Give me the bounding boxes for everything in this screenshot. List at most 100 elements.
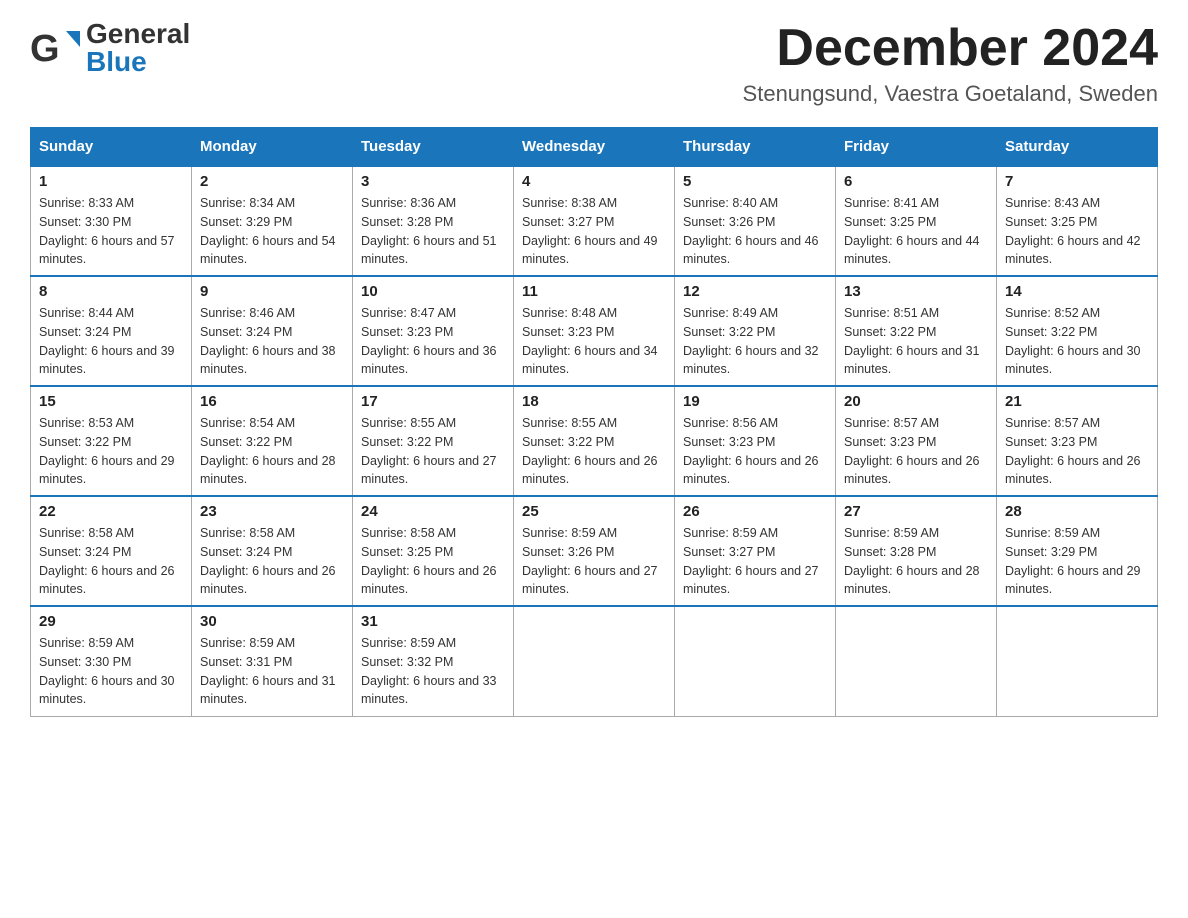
day-number: 13 [844, 283, 988, 300]
calendar-cell: 31 Sunrise: 8:59 AMSunset: 3:32 PMDaylig… [353, 606, 514, 716]
day-number: 10 [361, 283, 505, 300]
weekday-header-saturday: Saturday [997, 128, 1158, 167]
day-info: Sunrise: 8:34 AMSunset: 3:29 PMDaylight:… [200, 196, 336, 266]
day-number: 9 [200, 283, 344, 300]
calendar-cell: 28 Sunrise: 8:59 AMSunset: 3:29 PMDaylig… [997, 496, 1158, 606]
calendar-table: SundayMondayTuesdayWednesdayThursdayFrid… [30, 127, 1158, 717]
weekday-header-sunday: Sunday [31, 128, 192, 167]
day-info: Sunrise: 8:48 AMSunset: 3:23 PMDaylight:… [522, 306, 658, 376]
logo: G General Blue [30, 20, 190, 76]
calendar-cell: 6 Sunrise: 8:41 AMSunset: 3:25 PMDayligh… [836, 166, 997, 276]
calendar-cell: 15 Sunrise: 8:53 AMSunset: 3:22 PMDaylig… [31, 386, 192, 496]
calendar-cell: 21 Sunrise: 8:57 AMSunset: 3:23 PMDaylig… [997, 386, 1158, 496]
calendar-cell: 26 Sunrise: 8:59 AMSunset: 3:27 PMDaylig… [675, 496, 836, 606]
day-info: Sunrise: 8:55 AMSunset: 3:22 PMDaylight:… [361, 416, 497, 486]
calendar-cell: 25 Sunrise: 8:59 AMSunset: 3:26 PMDaylig… [514, 496, 675, 606]
day-number: 23 [200, 503, 344, 520]
day-number: 24 [361, 503, 505, 520]
day-info: Sunrise: 8:53 AMSunset: 3:22 PMDaylight:… [39, 416, 175, 486]
day-info: Sunrise: 8:55 AMSunset: 3:22 PMDaylight:… [522, 416, 658, 486]
logo-icon: G [30, 23, 80, 73]
calendar-cell: 18 Sunrise: 8:55 AMSunset: 3:22 PMDaylig… [514, 386, 675, 496]
weekday-header-row: SundayMondayTuesdayWednesdayThursdayFrid… [31, 128, 1158, 167]
day-number: 29 [39, 613, 183, 630]
day-info: Sunrise: 8:36 AMSunset: 3:28 PMDaylight:… [361, 196, 497, 266]
calendar-cell: 23 Sunrise: 8:58 AMSunset: 3:24 PMDaylig… [192, 496, 353, 606]
day-info: Sunrise: 8:57 AMSunset: 3:23 PMDaylight:… [844, 416, 980, 486]
calendar-cell [514, 606, 675, 716]
day-info: Sunrise: 8:38 AMSunset: 3:27 PMDaylight:… [522, 196, 658, 266]
day-number: 28 [1005, 503, 1149, 520]
weekday-header-thursday: Thursday [675, 128, 836, 167]
calendar-cell: 14 Sunrise: 8:52 AMSunset: 3:22 PMDaylig… [997, 276, 1158, 386]
day-info: Sunrise: 8:41 AMSunset: 3:25 PMDaylight:… [844, 196, 980, 266]
day-info: Sunrise: 8:58 AMSunset: 3:24 PMDaylight:… [39, 526, 175, 596]
day-info: Sunrise: 8:59 AMSunset: 3:32 PMDaylight:… [361, 636, 497, 706]
day-number: 7 [1005, 173, 1149, 190]
calendar-cell: 22 Sunrise: 8:58 AMSunset: 3:24 PMDaylig… [31, 496, 192, 606]
calendar-cell: 5 Sunrise: 8:40 AMSunset: 3:26 PMDayligh… [675, 166, 836, 276]
day-info: Sunrise: 8:58 AMSunset: 3:24 PMDaylight:… [200, 526, 336, 596]
day-number: 26 [683, 503, 827, 520]
day-info: Sunrise: 8:59 AMSunset: 3:26 PMDaylight:… [522, 526, 658, 596]
calendar-cell: 29 Sunrise: 8:59 AMSunset: 3:30 PMDaylig… [31, 606, 192, 716]
calendar-cell: 24 Sunrise: 8:58 AMSunset: 3:25 PMDaylig… [353, 496, 514, 606]
calendar-cell: 11 Sunrise: 8:48 AMSunset: 3:23 PMDaylig… [514, 276, 675, 386]
calendar-cell: 4 Sunrise: 8:38 AMSunset: 3:27 PMDayligh… [514, 166, 675, 276]
day-info: Sunrise: 8:43 AMSunset: 3:25 PMDaylight:… [1005, 196, 1141, 266]
calendar-cell: 17 Sunrise: 8:55 AMSunset: 3:22 PMDaylig… [353, 386, 514, 496]
calendar-week-row: 1 Sunrise: 8:33 AMSunset: 3:30 PMDayligh… [31, 166, 1158, 276]
day-number: 14 [1005, 283, 1149, 300]
day-number: 25 [522, 503, 666, 520]
day-info: Sunrise: 8:57 AMSunset: 3:23 PMDaylight:… [1005, 416, 1141, 486]
day-number: 12 [683, 283, 827, 300]
day-number: 8 [39, 283, 183, 300]
day-info: Sunrise: 8:46 AMSunset: 3:24 PMDaylight:… [200, 306, 336, 376]
day-info: Sunrise: 8:59 AMSunset: 3:29 PMDaylight:… [1005, 526, 1141, 596]
weekday-header-tuesday: Tuesday [353, 128, 514, 167]
calendar-cell: 27 Sunrise: 8:59 AMSunset: 3:28 PMDaylig… [836, 496, 997, 606]
day-number: 20 [844, 393, 988, 410]
day-number: 2 [200, 173, 344, 190]
day-number: 16 [200, 393, 344, 410]
day-info: Sunrise: 8:47 AMSunset: 3:23 PMDaylight:… [361, 306, 497, 376]
day-info: Sunrise: 8:40 AMSunset: 3:26 PMDaylight:… [683, 196, 819, 266]
day-number: 30 [200, 613, 344, 630]
day-number: 4 [522, 173, 666, 190]
day-info: Sunrise: 8:49 AMSunset: 3:22 PMDaylight:… [683, 306, 819, 376]
day-info: Sunrise: 8:59 AMSunset: 3:31 PMDaylight:… [200, 636, 336, 706]
calendar-cell: 20 Sunrise: 8:57 AMSunset: 3:23 PMDaylig… [836, 386, 997, 496]
day-info: Sunrise: 8:33 AMSunset: 3:30 PMDaylight:… [39, 196, 175, 266]
day-number: 19 [683, 393, 827, 410]
svg-text:G: G [30, 28, 60, 70]
page-header: G General Blue December 2024 Stenungsund… [30, 20, 1158, 107]
month-title: December 2024 [743, 20, 1158, 77]
calendar-cell: 12 Sunrise: 8:49 AMSunset: 3:22 PMDaylig… [675, 276, 836, 386]
day-number: 1 [39, 173, 183, 190]
calendar-cell: 30 Sunrise: 8:59 AMSunset: 3:31 PMDaylig… [192, 606, 353, 716]
day-info: Sunrise: 8:56 AMSunset: 3:23 PMDaylight:… [683, 416, 819, 486]
calendar-cell: 3 Sunrise: 8:36 AMSunset: 3:28 PMDayligh… [353, 166, 514, 276]
calendar-cell: 1 Sunrise: 8:33 AMSunset: 3:30 PMDayligh… [31, 166, 192, 276]
calendar-week-row: 8 Sunrise: 8:44 AMSunset: 3:24 PMDayligh… [31, 276, 1158, 386]
day-number: 11 [522, 283, 666, 300]
location-title: Stenungsund, Vaestra Goetaland, Sweden [743, 81, 1158, 107]
calendar-cell [675, 606, 836, 716]
calendar-cell [836, 606, 997, 716]
day-number: 18 [522, 393, 666, 410]
day-number: 6 [844, 173, 988, 190]
logo-general-text: General [86, 20, 190, 48]
day-number: 3 [361, 173, 505, 190]
day-info: Sunrise: 8:52 AMSunset: 3:22 PMDaylight:… [1005, 306, 1141, 376]
calendar-cell: 13 Sunrise: 8:51 AMSunset: 3:22 PMDaylig… [836, 276, 997, 386]
day-info: Sunrise: 8:58 AMSunset: 3:25 PMDaylight:… [361, 526, 497, 596]
calendar-cell: 7 Sunrise: 8:43 AMSunset: 3:25 PMDayligh… [997, 166, 1158, 276]
day-number: 5 [683, 173, 827, 190]
calendar-cell: 10 Sunrise: 8:47 AMSunset: 3:23 PMDaylig… [353, 276, 514, 386]
weekday-header-friday: Friday [836, 128, 997, 167]
calendar-cell: 8 Sunrise: 8:44 AMSunset: 3:24 PMDayligh… [31, 276, 192, 386]
day-info: Sunrise: 8:59 AMSunset: 3:28 PMDaylight:… [844, 526, 980, 596]
day-info: Sunrise: 8:59 AMSunset: 3:30 PMDaylight:… [39, 636, 175, 706]
logo-text: General Blue [86, 20, 190, 76]
day-info: Sunrise: 8:51 AMSunset: 3:22 PMDaylight:… [844, 306, 980, 376]
